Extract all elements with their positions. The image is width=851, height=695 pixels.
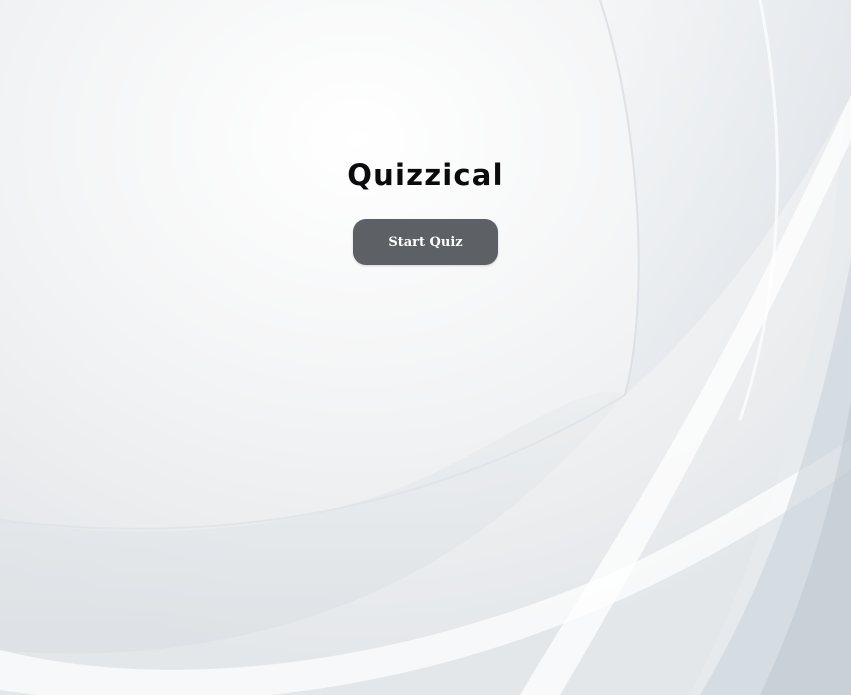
start-screen: Quizzical Start Quiz xyxy=(0,0,851,695)
app-title: Quizzical xyxy=(347,158,504,192)
start-quiz-button[interactable]: Start Quiz xyxy=(353,219,498,265)
